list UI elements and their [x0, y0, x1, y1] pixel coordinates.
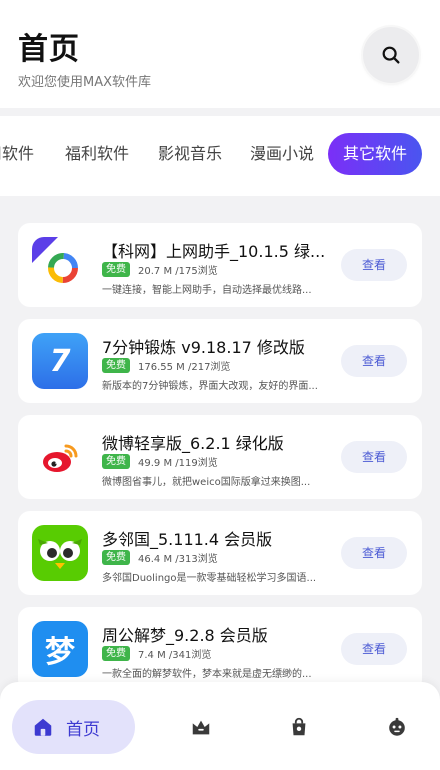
free-badge: 免费 — [102, 262, 130, 277]
app-card[interactable]: 微博轻享版_6.2.1 绿化版 免费 49.9 M /119浏览 微博图省事儿，… — [18, 415, 422, 499]
wifi-assistant-icon — [32, 237, 88, 293]
category-tabs: 用软件 福利软件 影视音乐 漫画小说 其它软件 — [0, 116, 440, 196]
nav-crown[interactable] — [189, 715, 213, 739]
search-button[interactable] — [363, 27, 419, 83]
app-card[interactable]: 多邻国_5.111.4 会员版 免费 46.4 M /313浏览 多邻国Duol… — [18, 511, 422, 595]
view-button[interactable]: 查看 — [341, 249, 407, 281]
app-name: 微博轻享版_6.2.1 绿化版 — [102, 434, 284, 453]
tab-common-software[interactable]: 用软件 — [0, 133, 34, 175]
robot-icon — [389, 717, 405, 736]
app-description: 一款全面的解梦软件，梦本来就是虚无缥缈的... — [102, 669, 312, 680]
app-name: 多邻国_5.111.4 会员版 — [102, 530, 273, 549]
tab-welfare-software[interactable]: 福利软件 — [65, 133, 129, 175]
app-stats: 46.4 M /313浏览 — [138, 554, 218, 565]
view-button[interactable]: 查看 — [341, 345, 407, 377]
weibo-icon — [32, 429, 88, 485]
view-button[interactable]: 查看 — [341, 537, 407, 569]
app-meta: 免费 46.4 M /313浏览 — [102, 550, 218, 565]
duolingo-owl-icon — [32, 525, 88, 581]
app-stats: 176.55 M /217浏览 — [138, 362, 231, 373]
dream-icon: 梦 — [32, 621, 88, 677]
app-meta: 免费 49.9 M /119浏览 — [102, 454, 218, 469]
app-meta: 免费 7.4 M /341浏览 — [102, 646, 211, 661]
bag-icon — [292, 717, 306, 736]
workout-7-glyph: 7 — [49, 343, 71, 379]
app-stats: 20.7 M /175浏览 — [138, 266, 218, 277]
tab-other-software[interactable]: 其它软件 — [328, 133, 423, 175]
bottom-nav: 首页 — [0, 682, 440, 770]
app-name: 【科网】上网助手_10.1.5 绿... — [102, 242, 326, 261]
app-stats: 49.9 M /119浏览 — [138, 458, 218, 469]
home-icon — [34, 718, 52, 736]
app-description: 一键连接，智能上网助手，自动选择最优线路... — [102, 285, 312, 296]
view-button[interactable]: 查看 — [341, 633, 407, 665]
page-subtitle: 欢迎您使用MAX软件库 — [18, 75, 152, 90]
app-name: 7分钟锻炼 v9.18.17 修改版 — [102, 338, 305, 357]
tab-video-music[interactable]: 影视音乐 — [158, 133, 222, 175]
search-icon — [382, 46, 400, 64]
dream-glyph: 梦 — [45, 635, 75, 670]
nav-robot[interactable] — [385, 715, 409, 739]
app-stats: 7.4 M /341浏览 — [138, 650, 212, 661]
nav-home[interactable]: 首页 — [12, 700, 135, 754]
app-meta: 免费 176.55 M /217浏览 — [102, 358, 230, 373]
free-badge: 免费 — [102, 358, 130, 373]
view-button[interactable]: 查看 — [341, 441, 407, 473]
app-description: 多邻国Duolingo是一款零基础轻松学习多国语... — [102, 573, 317, 584]
app-description: 微博图省事儿，就把weico国际版拿过来换图... — [102, 477, 311, 488]
workout-7-icon: 7 — [32, 333, 88, 389]
app-description: 新版本的7分钟锻炼，界面大改观，友好的界面... — [102, 381, 318, 392]
nav-home-label: 首页 — [66, 719, 100, 740]
header: 首页 欢迎您使用MAX软件库 — [0, 0, 440, 108]
tab-comics-novels[interactable]: 漫画小说 — [250, 133, 314, 175]
crown-icon — [192, 720, 210, 735]
app-card[interactable]: 梦 周公解梦_9.2.8 会员版 免费 7.4 M /341浏览 一款全面的解梦… — [18, 607, 422, 691]
app-name: 周公解梦_9.2.8 会员版 — [102, 626, 268, 645]
free-badge: 免费 — [102, 550, 130, 565]
page-title: 首页 — [18, 32, 80, 67]
nav-bag[interactable] — [287, 715, 311, 739]
free-badge: 免费 — [102, 646, 130, 661]
free-badge: 免费 — [102, 454, 130, 469]
app-card[interactable]: 7 7分钟锻炼 v9.18.17 修改版 免费 176.55 M /217浏览 … — [18, 319, 422, 403]
app-meta: 免费 20.7 M /175浏览 — [102, 262, 218, 277]
app-card[interactable]: 【科网】上网助手_10.1.5 绿... 免费 20.7 M /175浏览 一键… — [18, 223, 422, 307]
